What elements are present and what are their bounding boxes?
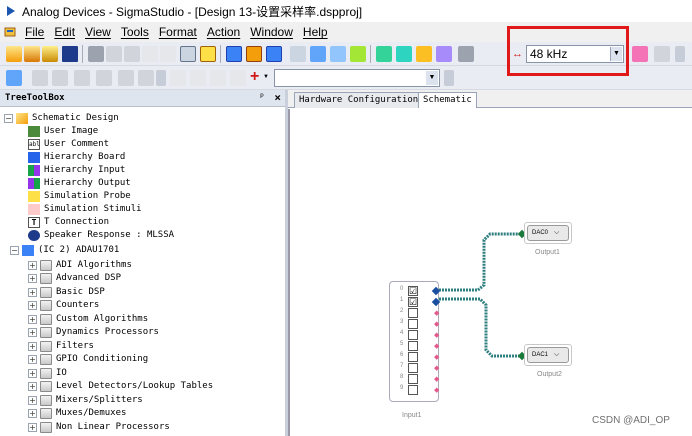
dac0-select[interactable]: DAC0 ⌵	[527, 225, 569, 241]
chevron-down-icon[interactable]: ⌵	[554, 229, 559, 237]
channel-checkbox-1[interactable]: ☑	[408, 297, 418, 307]
dac0-label: Output1	[535, 249, 560, 256]
output-pin-6[interactable]: ◆	[434, 354, 439, 361]
watermark: CSDN @ADI_OP	[592, 415, 670, 426]
input-block[interactable]: 0 ☑ 1 ☑ 2 ◆ 3 ◆ 4 ◆ 5 ◆ 6 ◆ 7 ◆ 8 ◆ 9 ◆	[389, 281, 441, 402]
output-pin-9[interactable]: ◆	[434, 387, 439, 394]
input-block-label: Input1	[402, 412, 422, 419]
channel-number: 1	[400, 297, 404, 303]
dac0-select-value: DAC0	[532, 230, 549, 236]
output-pin-8[interactable]: ◆	[434, 376, 439, 383]
channel-number: 0	[400, 286, 404, 292]
output-pin-0[interactable]	[431, 286, 441, 296]
channel-number: 7	[400, 363, 404, 369]
channel-number: 6	[400, 352, 404, 358]
channel-checkbox-6[interactable]	[408, 352, 418, 362]
wires	[436, 229, 527, 361]
output-pin-3[interactable]: ◆	[434, 321, 439, 328]
dac1-select[interactable]: DAC1 ⌵	[527, 347, 569, 363]
chevron-down-icon[interactable]: ⌵	[554, 351, 559, 359]
output-pin-2[interactable]: ◆	[434, 310, 439, 317]
channel-checkbox-2[interactable]	[408, 308, 418, 318]
wire-input0-dac0[interactable]	[436, 232, 522, 292]
output-pin-7[interactable]: ◆	[434, 365, 439, 372]
output-pin-5[interactable]: ◆	[434, 343, 439, 350]
wire-input1-dac1[interactable]	[436, 297, 522, 358]
channel-checkbox-4[interactable]	[408, 330, 418, 340]
channel-checkbox-8[interactable]	[408, 374, 418, 384]
channel-number: 4	[400, 330, 404, 336]
output-pin-4[interactable]: ◆	[434, 332, 439, 339]
channel-checkbox-5[interactable]	[408, 341, 418, 351]
channel-number: 9	[400, 385, 404, 391]
channel-checkbox-9[interactable]	[408, 385, 418, 395]
channel-checkbox-7[interactable]	[408, 363, 418, 373]
channel-number: 2	[400, 308, 404, 314]
channel-checkbox-0[interactable]: ☑	[408, 286, 418, 296]
channel-number: 5	[400, 341, 404, 347]
channel-checkbox-3[interactable]	[408, 319, 418, 329]
channel-number: 8	[400, 374, 404, 380]
output-pin-1[interactable]	[431, 297, 441, 307]
channel-number: 3	[400, 319, 404, 325]
dac1-select-value: DAC1	[532, 352, 549, 358]
dac1-label: Output2	[537, 371, 562, 378]
